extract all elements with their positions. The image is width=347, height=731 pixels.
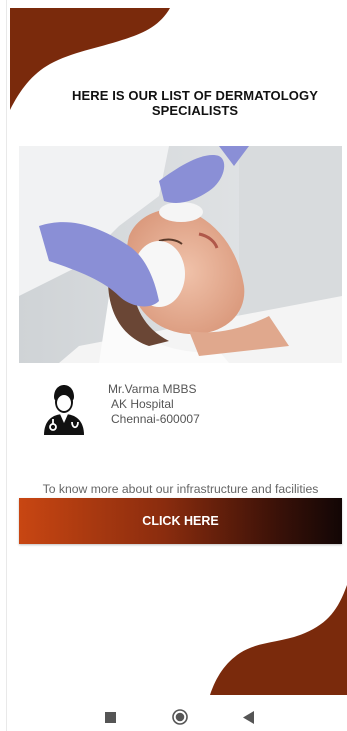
recents-square-icon[interactable]	[105, 712, 116, 723]
doctor-address: Chennai-600007	[111, 412, 200, 426]
info-text: To know more about our infrastructure an…	[42, 482, 319, 496]
treatment-photo	[19, 146, 342, 363]
click-here-button[interactable]: CLICK HERE	[19, 498, 342, 544]
doctor-details: Mr.Varma MBBS AK Hospital Chennai-600007	[108, 382, 200, 427]
home-circle-icon[interactable]	[172, 709, 188, 725]
bottom-decor-shape	[210, 585, 347, 695]
doctor-name: Mr.Varma MBBS	[108, 382, 197, 396]
screen-edge	[6, 0, 7, 731]
page-title: HERE IS OUR LIST OF DERMATOLOGY SPECIALI…	[71, 88, 319, 118]
doctor-hospital: AK Hospital	[111, 397, 174, 411]
back-triangle-icon[interactable]	[243, 711, 255, 724]
app-screen: HERE IS OUR LIST OF DERMATOLOGY SPECIALI…	[0, 0, 347, 731]
doctor-icon	[44, 385, 84, 435]
